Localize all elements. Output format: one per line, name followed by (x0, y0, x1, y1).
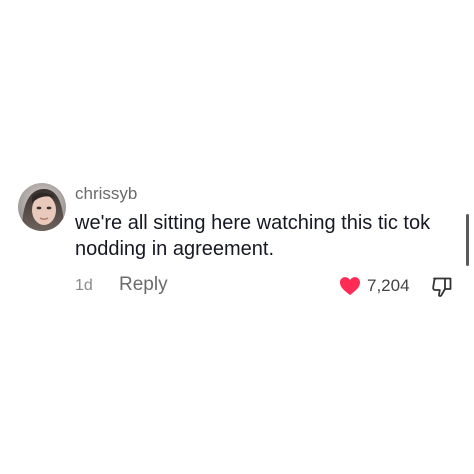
like-count: 7,204 (367, 276, 410, 295)
comment-username[interactable]: chrissyb (75, 184, 137, 204)
thumbs-down-icon (432, 277, 452, 297)
reply-button[interactable]: Reply (119, 274, 168, 296)
profile-photo-icon (18, 183, 66, 231)
comment-time: 1d (75, 277, 93, 294)
heart-icon (340, 277, 360, 296)
scrollbar[interactable] (466, 214, 469, 266)
avatar[interactable] (18, 183, 66, 231)
comment-text: we're all sitting here watching this tic… (75, 212, 431, 260)
dislike-button[interactable] (430, 275, 454, 299)
comment-screen: chrissyb we're all sitting here watching… (0, 0, 474, 474)
like-button[interactable]: 7,204 (339, 274, 410, 298)
comment-item: chrissyb we're all sitting here watching… (18, 183, 458, 303)
